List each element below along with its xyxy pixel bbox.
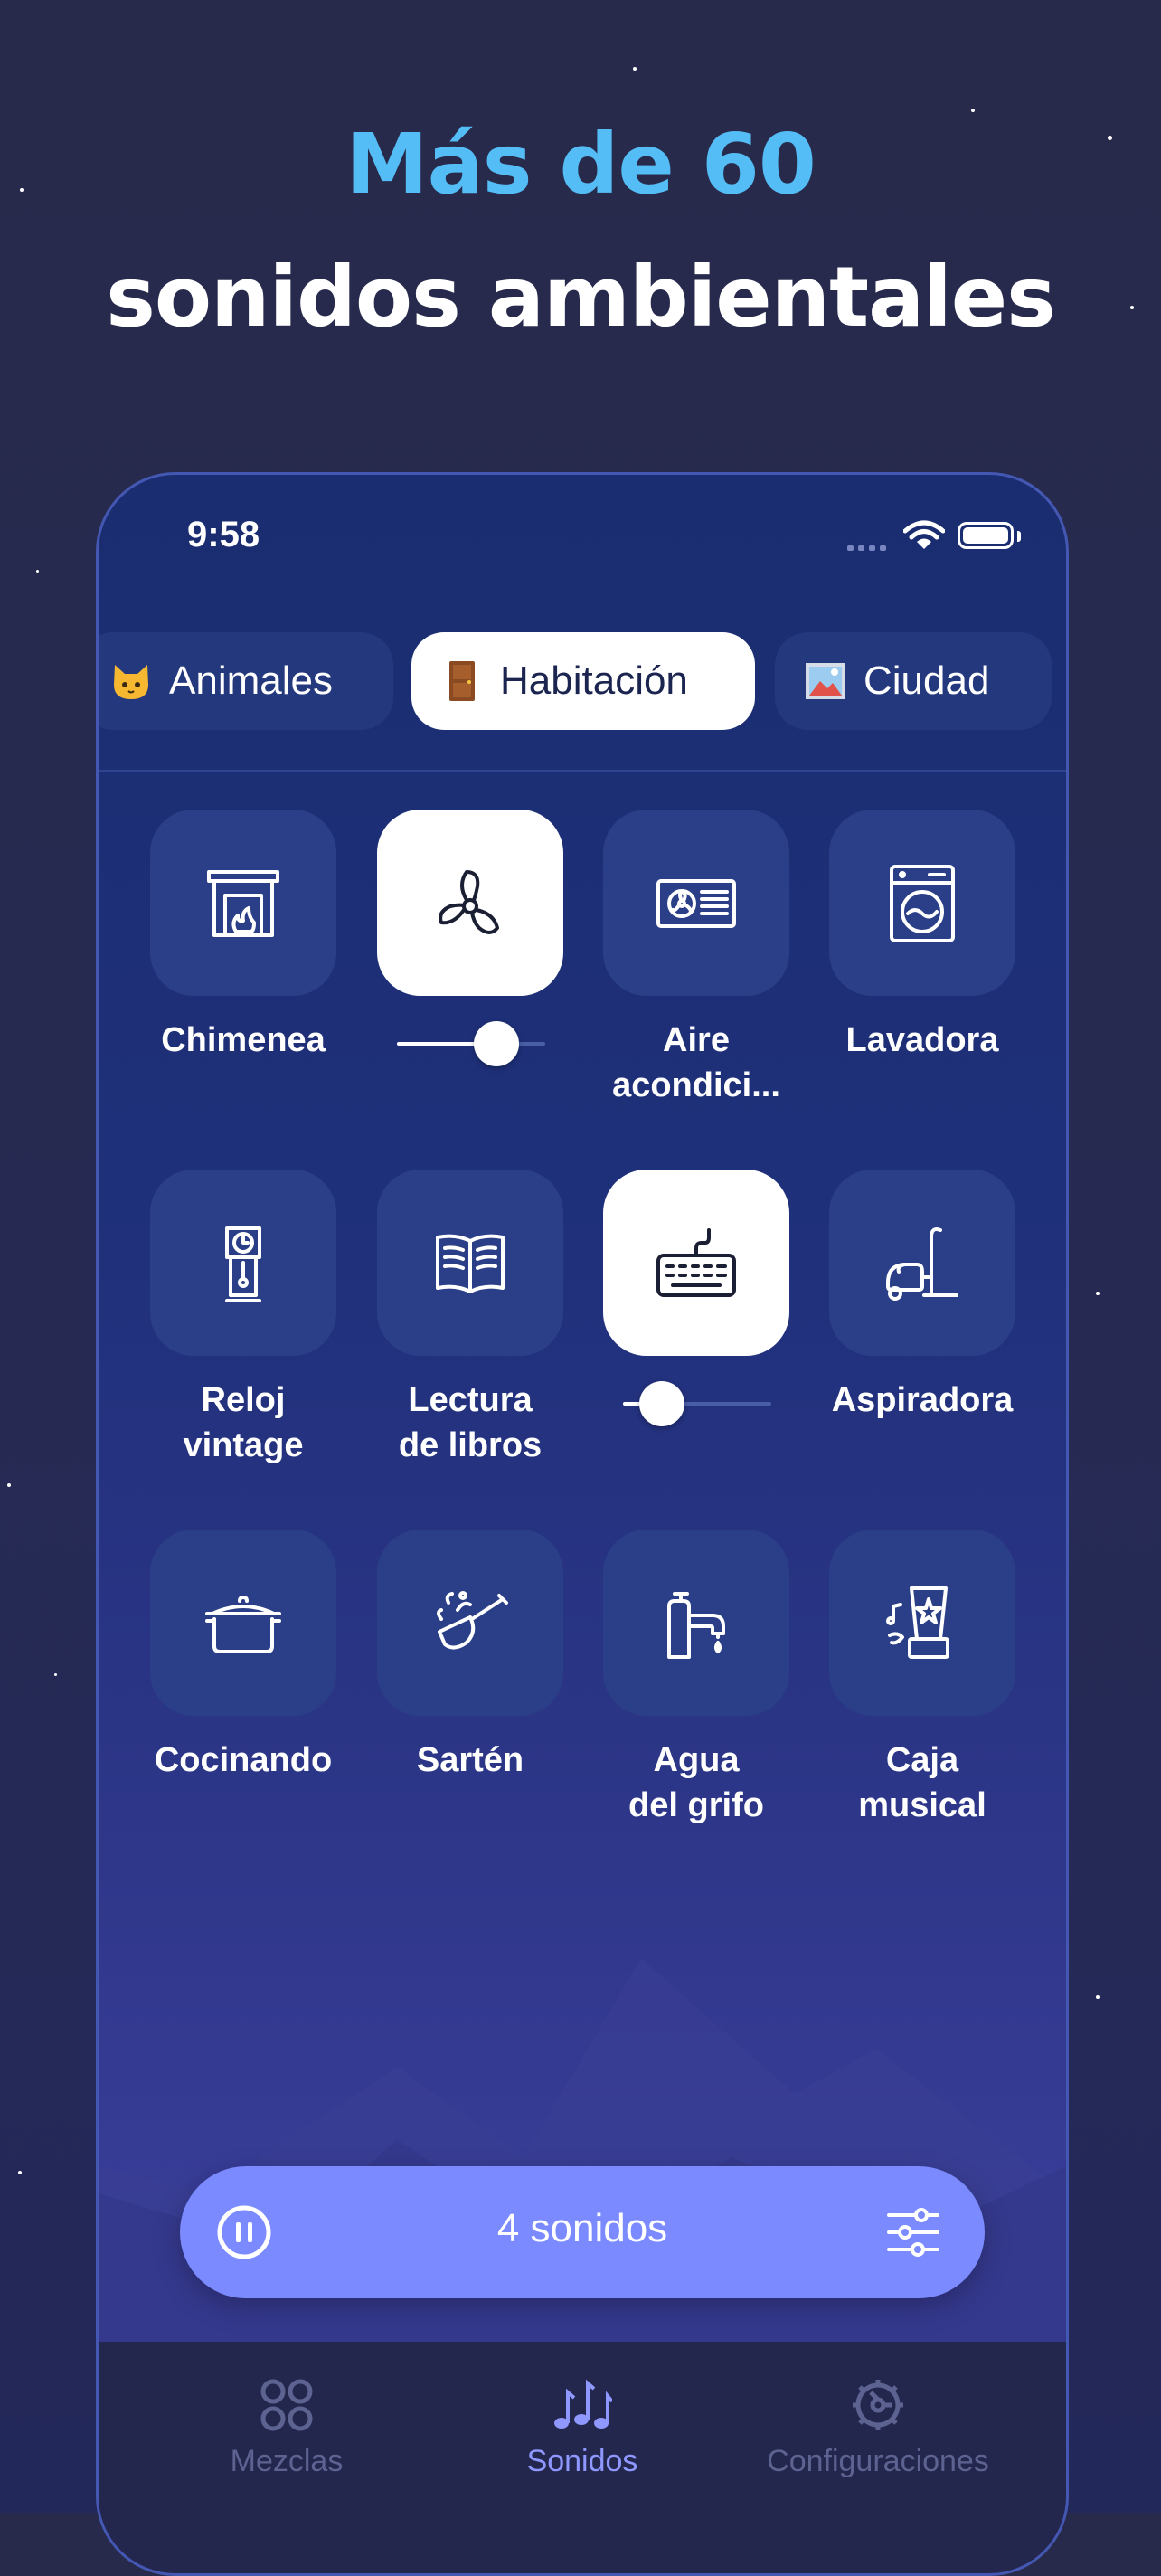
tab-configuraciones[interactable]: Configuraciones	[733, 2378, 1023, 2479]
volume-slider-ventilador[interactable]	[397, 1021, 545, 1066]
tab-label: Sonidos	[526, 2444, 638, 2478]
category-tab-habitacion[interactable]: Habitación	[411, 632, 755, 730]
washing-machine-icon	[890, 865, 955, 942]
status-time: 9:58	[187, 515, 260, 554]
star	[36, 570, 39, 573]
sound-tile-lectura[interactable]	[377, 1170, 563, 1356]
sound-tile-caja-musical[interactable]	[829, 1530, 1015, 1716]
grandfather-clock-icon	[225, 1226, 261, 1302]
fireplace-icon	[207, 870, 279, 937]
slider-knob[interactable]	[639, 1381, 684, 1426]
category-tab-label: Ciudad	[864, 658, 990, 703]
faucet-icon	[667, 1592, 725, 1659]
wifi-icon	[903, 520, 945, 549]
fan-icon	[439, 870, 499, 934]
cellular-signal-icon	[847, 545, 889, 551]
cat-emoji-icon	[109, 659, 153, 703]
sound-label: Reloj vintage	[183, 1381, 304, 1464]
sound-label: Cocinando	[154, 1741, 333, 1779]
star	[54, 1673, 57, 1676]
category-tab-animales[interactable]: Animales	[99, 632, 393, 730]
battery-icon	[958, 522, 1014, 549]
headline-title: sonidos ambientales	[106, 249, 1056, 346]
tab-label: Configuraciones	[767, 2444, 989, 2478]
sound-tile-chimenea[interactable]	[150, 810, 336, 996]
sound-tile-cocinando[interactable]	[150, 1530, 336, 1716]
settings-gear-icon	[853, 2380, 903, 2430]
mixer-sliders-icon[interactable]	[887, 2208, 939, 2257]
tab-bar: Mezclas Sonidos Configuraciones	[99, 2342, 1066, 2573]
frying-pan-icon	[437, 1591, 508, 1650]
sound-label: Agua del grifo	[628, 1741, 764, 1824]
star	[1096, 1292, 1100, 1295]
star	[633, 67, 637, 71]
tabs-divider	[99, 770, 1066, 772]
sound-tile-aspiradora[interactable]	[829, 1170, 1015, 1356]
star	[971, 109, 975, 112]
music-notes-icon	[554, 2379, 614, 2429]
slider-knob[interactable]	[474, 1021, 519, 1066]
door-emoji-icon	[440, 659, 484, 703]
category-tab-label: Habitación	[500, 658, 688, 703]
tab-label: Mezclas	[230, 2444, 344, 2478]
sound-tile-aire[interactable]	[603, 810, 789, 996]
phone-frame: 9:58 Animales Habitación Ciudad Chimenea…	[96, 472, 1069, 2576]
sound-label: Aire acondici...	[612, 1021, 780, 1104]
sound-tile-reloj[interactable]	[150, 1170, 336, 1356]
keyboard-icon	[656, 1228, 736, 1297]
cooking-pot-icon	[205, 1596, 281, 1653]
category-tab-label: Animales	[169, 658, 333, 703]
sound-label: Lavadora	[845, 1021, 999, 1059]
headline-accent: Más de 60	[345, 116, 816, 213]
mixes-grid-icon	[260, 2379, 313, 2431]
sound-tile-grifo[interactable]	[603, 1530, 789, 1716]
open-book-icon	[436, 1234, 505, 1293]
city-picture-emoji-icon	[804, 659, 847, 703]
air-conditioner-icon	[656, 879, 736, 928]
star	[7, 1483, 11, 1487]
category-tab-ciudad[interactable]: Ciudad	[775, 632, 1052, 730]
sound-label: Chimenea	[161, 1021, 326, 1059]
star	[18, 2171, 22, 2174]
sound-label: Sartén	[416, 1741, 524, 1779]
star	[1096, 1995, 1100, 1999]
active-sounds-count: 4 sonidos	[496, 2206, 668, 2250]
sound-label: Aspiradora	[831, 1381, 1014, 1419]
battery-tip	[1017, 531, 1021, 542]
sound-tile-lavadora[interactable]	[829, 810, 1015, 996]
sound-label: Caja musical	[858, 1741, 986, 1824]
vacuum-cleaner-icon	[886, 1227, 958, 1301]
sound-tile-sarten[interactable]	[377, 1530, 563, 1716]
volume-slider-teclado[interactable]	[623, 1381, 771, 1426]
sound-tile-ventilador[interactable]	[377, 810, 563, 996]
sound-label: Lectura de libros	[398, 1381, 543, 1464]
sound-tile-teclado[interactable]	[603, 1170, 789, 1356]
tab-mezclas[interactable]: Mezclas	[142, 2378, 431, 2479]
tab-sonidos[interactable]: Sonidos	[438, 2378, 727, 2479]
music-box-icon	[886, 1586, 949, 1659]
now-playing-bar[interactable]: 4 sonidos	[180, 2166, 985, 2298]
